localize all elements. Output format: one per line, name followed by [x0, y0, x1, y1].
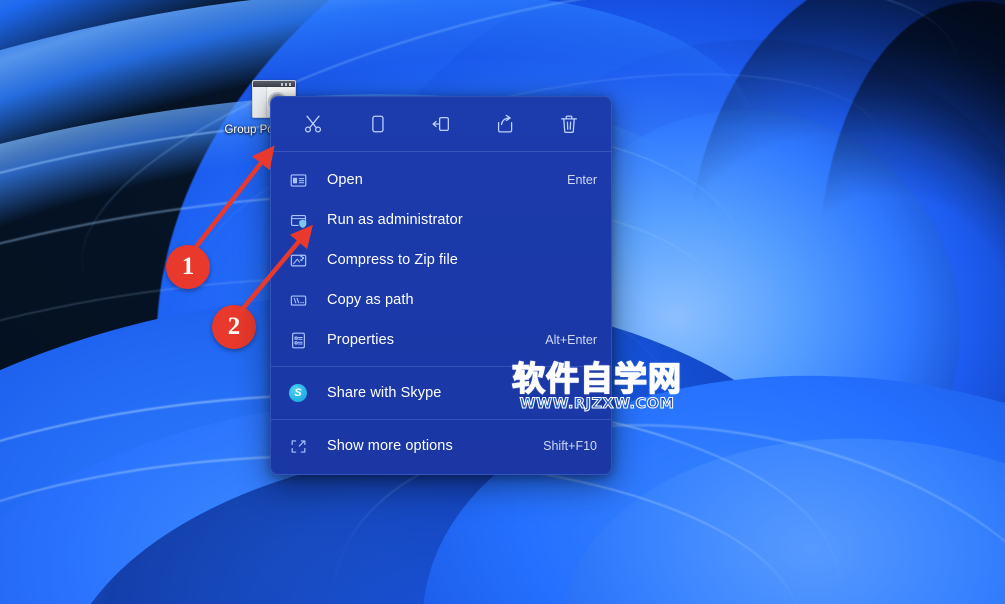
annotation-marker-2: 2: [212, 305, 256, 349]
copy-icon: [366, 113, 388, 135]
scissors-icon: [302, 113, 324, 135]
open-window-icon: [287, 169, 309, 191]
menu-item-label: Open: [327, 172, 363, 188]
rename-icon: [430, 113, 452, 135]
copy-button[interactable]: [345, 104, 409, 144]
skype-badge-letter: S: [289, 384, 307, 402]
menu-item-properties[interactable]: Properties Alt+Enter: [271, 320, 611, 360]
context-menu-toolbar[interactable]: [271, 97, 611, 151]
context-menu-group-share: S Share with Skype: [271, 367, 611, 419]
wallpaper-crescent-right: [631, 0, 1005, 604]
wallpaper-crescent-far-right: [787, 0, 1005, 604]
copy-path-icon: [287, 289, 309, 311]
annotation-arrow-1: [190, 145, 275, 254]
menu-item-share-with-skype[interactable]: S Share with Skype: [271, 373, 611, 413]
menu-item-label: Share with Skype: [327, 385, 442, 401]
menu-item-label: Properties: [327, 332, 395, 348]
menu-item-compress-to-zip-file[interactable]: Compress to Zip file: [271, 240, 611, 280]
menu-item-label: Copy as path: [327, 292, 414, 308]
menu-item-shortcut: Alt+Enter: [545, 333, 597, 347]
share-button[interactable]: [473, 104, 537, 144]
menu-item-label: Compress to Zip file: [327, 252, 458, 268]
context-menu-group-more: Show more options Shift+F10: [271, 420, 611, 474]
menu-item-shortcut: Shift+F10: [543, 439, 597, 453]
cut-button[interactable]: [281, 104, 345, 144]
context-menu[interactable]: Open Enter Run as administrator Compress…: [270, 96, 612, 475]
menu-item-shortcut: Enter: [567, 173, 597, 187]
shield-window-icon: [287, 209, 309, 231]
context-menu-group-main: Open Enter Run as administrator Compress…: [271, 152, 611, 366]
properties-icon: [287, 329, 309, 351]
rename-button[interactable]: [409, 104, 473, 144]
annotation-marker-1: 1: [166, 245, 210, 289]
trash-icon: [558, 113, 580, 135]
menu-item-open[interactable]: Open Enter: [271, 160, 611, 200]
skype-icon: S: [287, 382, 309, 404]
delete-button[interactable]: [537, 104, 601, 144]
desktop[interactable]: Group Policy Editor: [0, 0, 1005, 604]
menu-item-show-more-options[interactable]: Show more options Shift+F10: [271, 426, 611, 466]
zip-icon: [287, 249, 309, 271]
menu-item-run-as-administrator[interactable]: Run as administrator: [271, 200, 611, 240]
menu-item-copy-as-path[interactable]: Copy as path: [271, 280, 611, 320]
menu-item-label: Show more options: [327, 438, 453, 454]
show-more-icon: [287, 435, 309, 457]
share-icon: [494, 113, 516, 135]
menu-item-label: Run as administrator: [327, 212, 463, 228]
